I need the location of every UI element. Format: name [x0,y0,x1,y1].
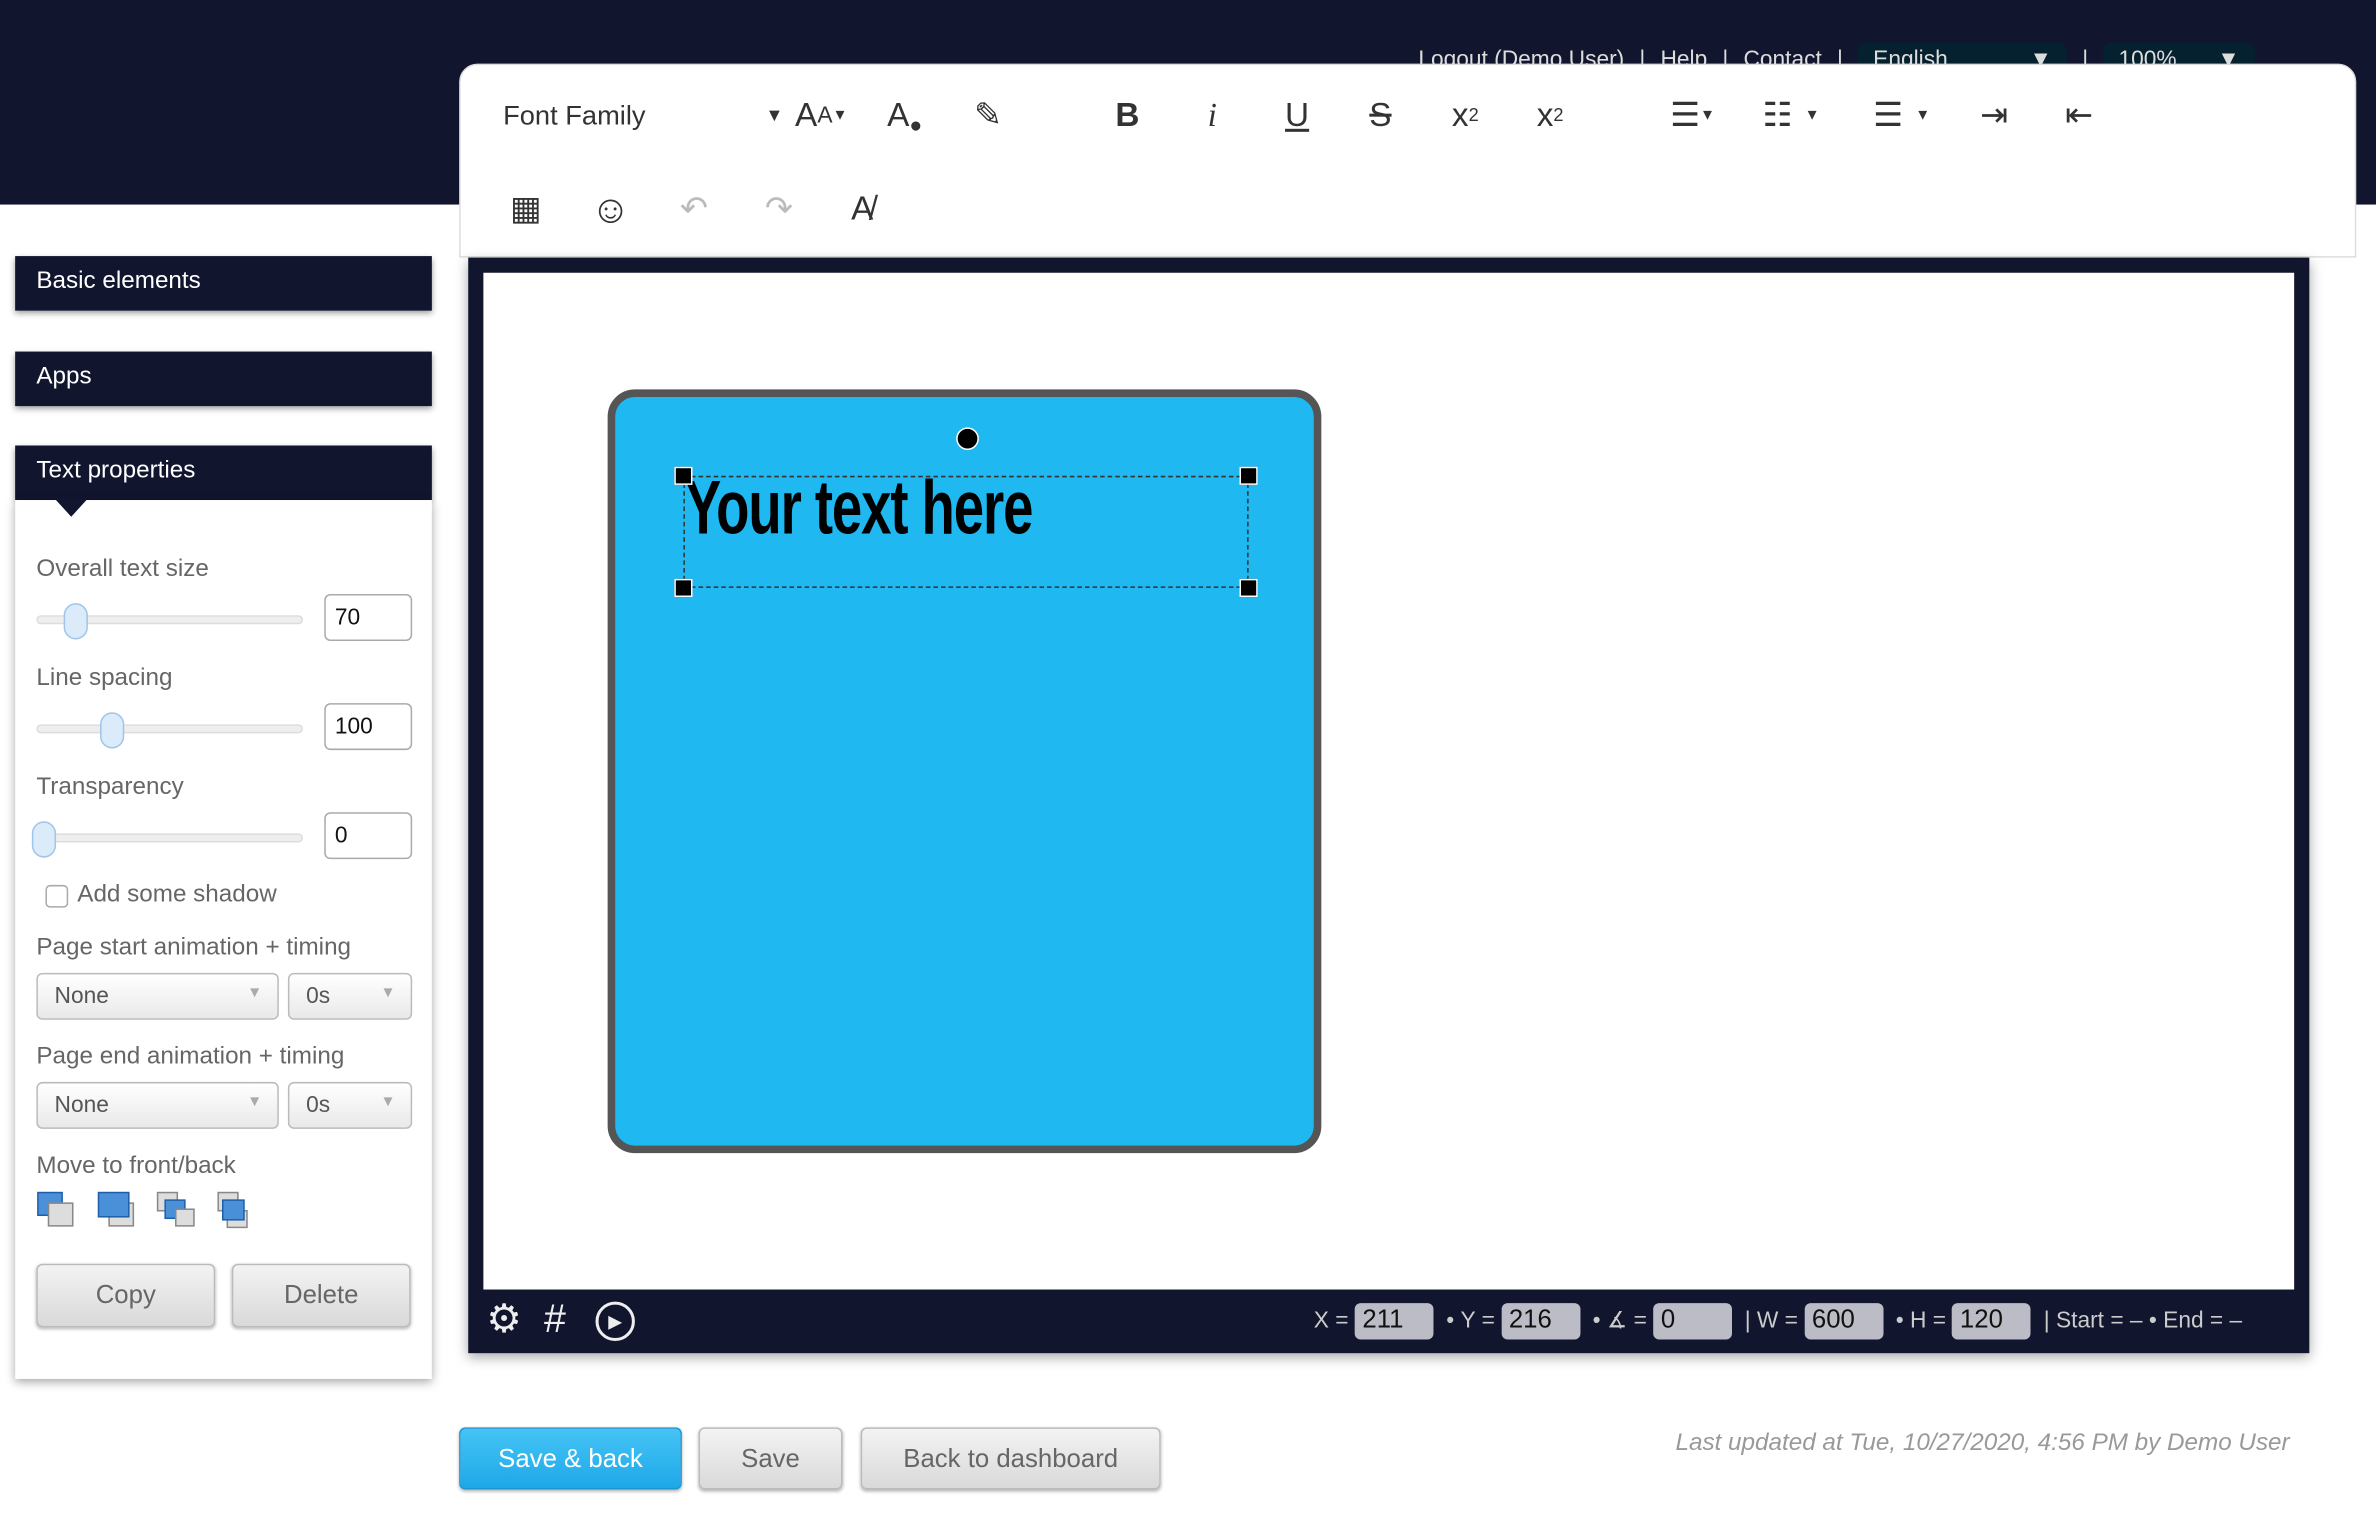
resize-handle[interactable] [1239,466,1258,485]
select-value: 0s [306,983,331,1010]
start-value: Start = – [2056,1307,2143,1334]
select-value: None [54,1092,109,1119]
slider-handle[interactable] [63,603,88,640]
line-spacing-slider[interactable] [36,712,304,749]
layer-order-icons [37,1191,248,1229]
grid-icon[interactable]: # [544,1296,566,1343]
resize-handle[interactable] [674,466,693,485]
subscript-icon[interactable]: x2 [1443,92,1488,137]
chevron-down-icon: ▼ [247,1094,263,1111]
ordered-list-icon[interactable]: ☷ ▼ [1749,92,1834,137]
underline-icon[interactable]: U [1274,92,1319,137]
chevron-down-icon: ▼ [765,104,784,126]
emoji-icon[interactable]: ☺ [588,186,633,231]
last-updated-text: Last updated at Tue, 10/27/2020, 4:56 PM… [1675,1430,2290,1457]
text-size-input[interactable]: 70 [324,593,413,641]
transparency-input[interactable]: 0 [324,812,413,860]
shadow-label: Add some shadow [77,881,277,908]
sidebar-item-apps[interactable]: Apps [15,351,432,407]
font-color-icon[interactable]: A ● [882,92,927,137]
highlight-icon[interactable]: ✎ [965,92,1010,137]
canvas-status-bar: ⚙ # ▶ X = 211 • Y = 216 • ∡ = 0 | W = 60… [486,1295,2243,1343]
align-icon[interactable]: ☰ ▼ [1658,92,1728,137]
w-label: W = [1756,1307,1798,1334]
rotate-handle[interactable] [956,427,979,451]
move-label: Move to front/back [36,1153,236,1179]
angle-icon: ∡ [1606,1307,1628,1334]
transparency-slider[interactable] [31,821,304,858]
delete-button[interactable]: Delete [231,1263,411,1328]
width-input[interactable]: 600 [1804,1303,1884,1340]
save-and-back-button[interactable]: Save & back [459,1427,682,1490]
start-animation-label: Page start animation + timing [36,934,352,961]
start-timing-select[interactable]: 0s ▼ [287,972,413,1020]
font-size-icon[interactable]: A A ▼ [788,92,855,137]
editor-toolbar: Font Family ▼ A A ▼ A ● ✎ B i U S x2 x2 ☰ ▼ ☷… [459,63,2357,258]
font-family-value: Font Family [503,99,646,130]
x-input[interactable]: 211 [1354,1303,1434,1340]
x-label: X = [1313,1307,1349,1334]
h-label: H = [1910,1307,1947,1334]
font-family-select[interactable]: Font Family ▼ [503,95,783,134]
height-input[interactable]: 120 [1952,1303,2032,1340]
transparency-label: Transparency [36,774,184,801]
bullet-list-icon[interactable]: ☰ ▼ [1859,92,1944,137]
table-icon[interactable]: ▦ [503,186,548,231]
pointer-arrow [54,498,88,517]
end-animation-select[interactable]: None ▼ [36,1081,279,1129]
shadow-checkbox[interactable] [45,884,69,908]
send-to-back-icon[interactable] [217,1191,248,1229]
resize-handle[interactable] [674,578,693,598]
text-properties-panel: Overall text size 70 Line spacing 100 Tr… [15,500,432,1379]
chevron-down-icon: ▼ [380,1094,396,1111]
select-value: None [54,983,109,1010]
select-value: 0s [306,1092,331,1119]
copy-button[interactable]: Copy [36,1263,216,1328]
outdent-icon[interactable]: ⇤ [2056,92,2101,137]
y-input[interactable]: 216 [1501,1303,1581,1340]
text-size-slider[interactable] [36,603,304,640]
superscript-icon[interactable]: x2 [1527,92,1572,137]
chevron-down-icon: ▼ [247,984,263,1002]
strikethrough-icon[interactable]: S [1358,92,1403,137]
line-spacing-label: Line spacing [36,665,173,691]
sidebar-item-basic-elements[interactable]: Basic elements [15,256,432,311]
slider-handle[interactable] [31,821,57,858]
gear-icon[interactable]: ⚙ [486,1296,521,1343]
angle-label: = [1633,1307,1647,1334]
bold-icon[interactable]: B [1105,92,1150,137]
sidebar-item-text-properties[interactable]: Text properties [15,445,432,501]
save-button[interactable]: Save [698,1427,843,1490]
end-timing-select[interactable]: 0s ▼ [287,1081,413,1129]
end-animation-label: Page end animation + timing [36,1044,345,1070]
bring-forward-icon[interactable] [97,1191,135,1227]
send-backward-icon[interactable] [156,1191,195,1227]
bring-to-front-icon[interactable] [37,1191,74,1227]
italic-icon[interactable]: i [1190,92,1235,137]
selection-box [674,466,1258,598]
redo-icon[interactable]: ↷ [756,186,801,231]
slider-handle[interactable] [99,712,124,749]
back-to-dashboard-button[interactable]: Back to dashboard [860,1427,1161,1490]
start-animation-select[interactable]: None ▼ [36,972,279,1020]
play-icon[interactable]: ▶ [595,1301,635,1342]
text-size-label: Overall text size [36,556,209,582]
line-spacing-input[interactable]: 100 [324,703,413,751]
resize-handle[interactable] [1239,578,1258,598]
undo-icon[interactable]: ↶ [671,186,716,231]
indent-icon[interactable]: ⇥ [1971,92,2016,137]
angle-input[interactable]: 0 [1653,1303,1733,1340]
end-value: End = – [2163,1307,2243,1334]
clear-format-icon[interactable]: A̸ [839,186,884,231]
chevron-down-icon: ▼ [380,984,396,1002]
y-label: Y = [1460,1307,1495,1334]
